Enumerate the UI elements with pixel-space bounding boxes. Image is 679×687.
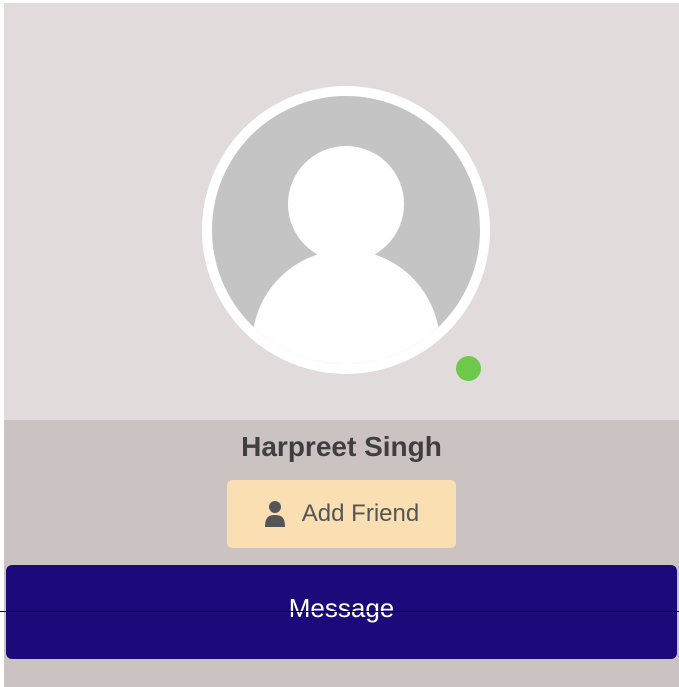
user-placeholder-icon (212, 96, 480, 364)
profile-card: Harpreet Singh Add Friend Message (4, 3, 679, 687)
user-icon (264, 500, 286, 528)
add-friend-button[interactable]: Add Friend (227, 480, 456, 548)
avatar-body (252, 250, 440, 364)
add-friend-label: Add Friend (301, 500, 420, 527)
avatar (202, 86, 490, 374)
avatar-head (288, 146, 404, 262)
message-label: Message (288, 592, 395, 623)
divider-line (0, 611, 679, 612)
profile-info: Harpreet Singh Add Friend Message (4, 420, 679, 687)
online-status-icon (456, 356, 481, 381)
message-button[interactable]: Message (6, 565, 677, 659)
profile-name: Harpreet Singh (241, 431, 442, 462)
